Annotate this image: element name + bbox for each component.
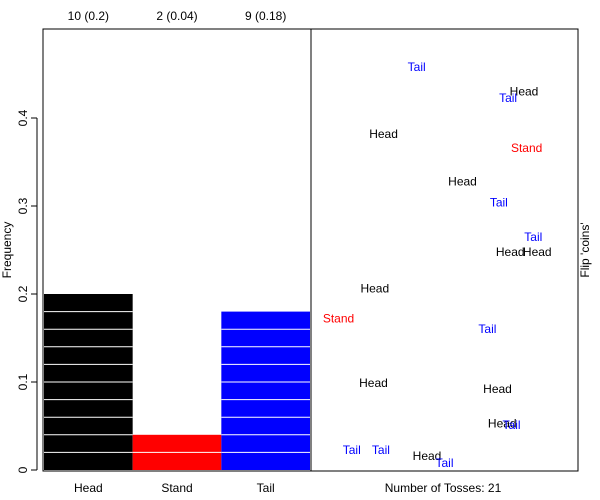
bar-count-label: 9 (0.18) — [245, 9, 286, 23]
y-tick-label: 0.3 — [16, 197, 30, 214]
toss-label-tail: Tail — [478, 322, 496, 336]
toss-label-head: Head — [359, 376, 388, 390]
bar-count-label: 2 (0.04) — [156, 9, 197, 23]
toss-label-tail: Tail — [524, 230, 542, 244]
bars-layer — [44, 294, 310, 470]
x-axis-labels: Head Stand Tail — [74, 481, 275, 495]
toss-label-tail: Tail — [503, 418, 521, 432]
toss-label-tail: Tail — [435, 456, 453, 470]
toss-label-tail: Tail — [372, 443, 390, 457]
toss-label-tail: Tail — [408, 60, 426, 74]
toss-label-head: Head — [483, 382, 512, 396]
y-tick-label: 0 — [16, 466, 30, 473]
toss-label-head: Head — [360, 282, 389, 296]
toss-label-stand: Stand — [511, 141, 542, 155]
toss-label-head: Head — [448, 174, 477, 188]
x-tick-label: Head — [74, 481, 103, 495]
bar-tail — [221, 311, 310, 470]
toss-labels-layer: TailHeadTailHeadStandHeadTailTailHeadHea… — [323, 60, 552, 470]
toss-label-tail: Tail — [343, 443, 361, 457]
bar-count-label: 10 (0.2) — [68, 9, 109, 23]
y-tick-label: 0.1 — [16, 373, 30, 390]
toss-label-tail: Tail — [490, 195, 508, 209]
coin-flip-chart: 0 0.1 0.2 0.3 0.4 Head Stand Tail 10 (0.2) 2 (0… — [0, 9, 592, 495]
y-tick-label: 0.4 — [16, 109, 30, 126]
toss-label-tail: Tail — [499, 91, 517, 105]
x-tick-label: Stand — [161, 481, 192, 495]
bar-top-labels: 10 (0.2) 2 (0.04) 9 (0.18) — [68, 9, 287, 23]
toss-label-head: Head — [369, 127, 398, 141]
toss-count-footer: Number of Tosses: 21 — [385, 481, 502, 495]
y-tick-label: 0.2 — [16, 285, 30, 302]
y-axis: 0 0.1 0.2 0.3 0.4 — [16, 109, 38, 473]
right-panel-title: Flip 'coins' — [578, 222, 592, 277]
y-axis-title: Frequency — [0, 222, 14, 279]
toss-label-stand: Stand — [323, 312, 354, 326]
toss-label-head: Head — [496, 245, 525, 259]
toss-label-head: Head — [523, 245, 552, 259]
x-tick-label: Tail — [257, 481, 275, 495]
